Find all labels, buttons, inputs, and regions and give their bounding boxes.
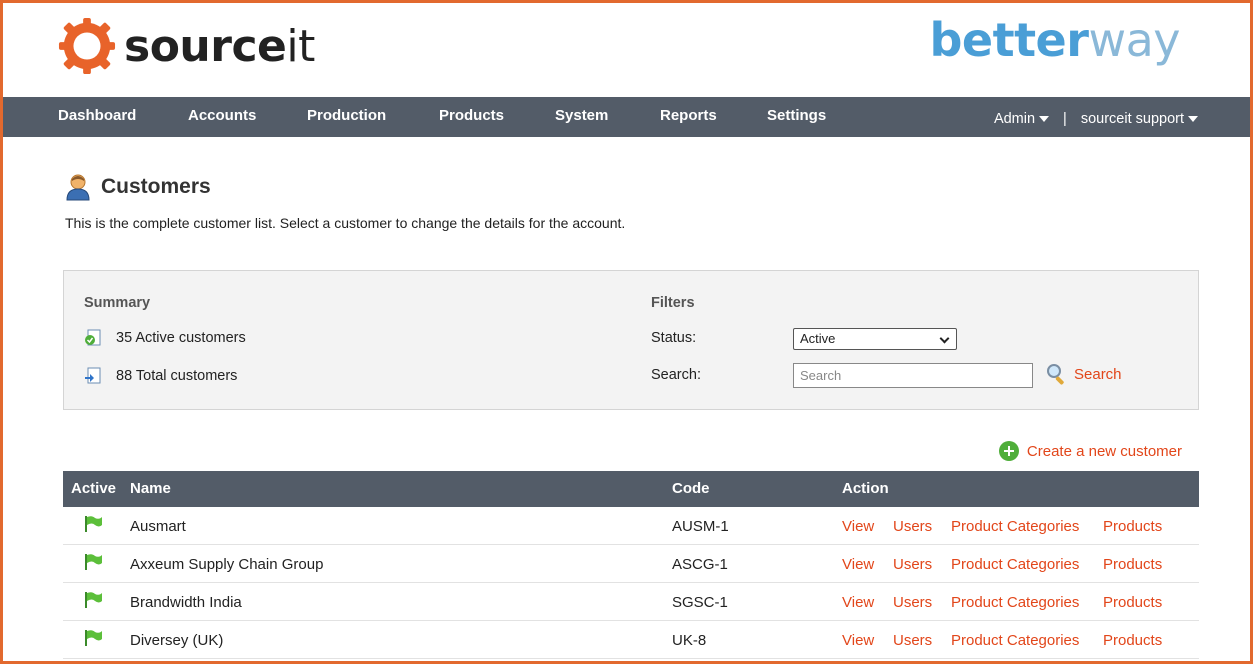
nav-reports[interactable]: Reports — [660, 107, 717, 124]
logo-text-thin: it — [286, 20, 315, 72]
admin-label: Admin — [993, 111, 1036, 127]
column-active[interactable]: Active — [71, 480, 116, 497]
filters-heading: Filters — [651, 295, 695, 311]
logo-text-bold: source — [124, 20, 287, 72]
table-row[interactable]: Brandwidth India SGSC-1 View Users Produ… — [63, 583, 1199, 621]
column-name[interactable]: Name — [130, 480, 171, 497]
customer-code: AUSM-1 — [672, 518, 729, 535]
chevron-down-icon — [1188, 116, 1198, 123]
sourceit-logo-text: sourceit — [124, 21, 315, 72]
status-select-value: Active — [800, 331, 836, 346]
users-link[interactable]: Users — [893, 594, 932, 611]
table-header: Active Name Code Action — [63, 471, 1199, 507]
product-categories-link[interactable]: Product Categories — [951, 632, 1079, 649]
betterway-logo-light: way — [1088, 13, 1180, 67]
products-link[interactable]: Products — [1103, 594, 1162, 611]
green-flag-icon — [85, 630, 102, 646]
users-link[interactable]: Users — [893, 556, 932, 573]
users-link[interactable]: Users — [893, 518, 932, 535]
total-document-icon — [85, 367, 101, 384]
customer-name[interactable]: Ausmart — [130, 518, 186, 535]
plus-circle-icon — [998, 441, 1019, 461]
view-link[interactable]: View — [842, 518, 874, 535]
betterway-logo: betterway — [929, 13, 1180, 67]
table-row[interactable]: Axxeum Supply Chain Group ASCG-1 View Us… — [63, 545, 1199, 583]
customer-code: UK-8 — [672, 632, 707, 649]
search-button-label: Search — [1074, 365, 1122, 383]
customer-code: ASCG-1 — [672, 556, 728, 573]
products-link[interactable]: Products — [1103, 518, 1162, 535]
users-link[interactable]: Users — [893, 632, 932, 649]
sourceit-logo[interactable]: sourceit — [58, 17, 315, 75]
customer-name[interactable]: Diversey (UK) — [130, 632, 223, 649]
view-link[interactable]: View — [842, 632, 874, 649]
nav-production[interactable]: Production — [307, 107, 386, 124]
search-button[interactable]: Search — [1046, 363, 1122, 385]
table-body: Ausmart AUSM-1 View Users Product Catego… — [63, 507, 1199, 659]
total-customers-text: 88 Total customers — [116, 368, 238, 384]
nav-accounts[interactable]: Accounts — [188, 107, 256, 124]
status-label: Status: — [651, 330, 697, 346]
products-link[interactable]: Products — [1103, 556, 1162, 573]
active-document-icon — [85, 329, 101, 346]
active-customers-text: 35 Active customers — [116, 330, 246, 346]
product-categories-link[interactable]: Product Categories — [951, 518, 1079, 535]
green-flag-icon — [85, 516, 102, 532]
header: sourceit betterway — [3, 3, 1250, 97]
column-code[interactable]: Code — [672, 480, 710, 497]
customer-code: SGSC-1 — [672, 594, 728, 611]
product-categories-link[interactable]: Product Categories — [951, 556, 1079, 573]
products-link[interactable]: Products — [1103, 632, 1162, 649]
customer-name[interactable]: Brandwidth India — [130, 594, 242, 611]
create-customer-label: Create a new customer — [1026, 442, 1182, 460]
user-menu: Admin | sourceit support — [994, 111, 1198, 127]
sourceit-logo-icon — [58, 17, 116, 75]
page-description: This is the complete customer list. Sele… — [65, 215, 626, 231]
green-flag-icon — [85, 592, 102, 608]
summary-filter-panel: Summary 35 Active customers 88 Total cus… — [63, 270, 1199, 410]
search-label: Search: — [651, 367, 701, 383]
support-menu[interactable]: sourceit support — [1081, 111, 1198, 127]
support-label: sourceit support — [1080, 111, 1184, 127]
page-title: Customers — [101, 175, 211, 198]
column-action: Action — [842, 480, 889, 497]
app-frame: sourceit betterway Dashboard Accounts Pr… — [0, 0, 1253, 664]
customer-name[interactable]: Axxeum Supply Chain Group — [130, 556, 323, 573]
table-row[interactable]: Ausmart AUSM-1 View Users Product Catego… — [63, 507, 1199, 545]
nav-settings[interactable]: Settings — [767, 107, 826, 124]
customers-table: Active Name Code Action Ausmart AUSM-1 V… — [63, 471, 1199, 659]
chevron-down-icon — [1039, 116, 1050, 123]
total-customers-stat: 88 Total customers — [84, 367, 237, 385]
create-customer-link[interactable]: Create a new customer — [998, 441, 1182, 461]
product-categories-link[interactable]: Product Categories — [951, 594, 1079, 611]
page-title-row: Customers — [65, 173, 211, 201]
view-link[interactable]: View — [842, 556, 874, 573]
summary-heading: Summary — [84, 295, 151, 311]
main-nav: Dashboard Accounts Production Products S… — [3, 97, 1250, 137]
status-select[interactable]: Active — [793, 328, 957, 350]
table-row[interactable]: Diversey (UK) UK-8 View Users Product Ca… — [63, 621, 1199, 659]
active-customers-stat: 35 Active customers — [84, 329, 246, 347]
nav-dashboard[interactable]: Dashboard — [58, 107, 136, 124]
nav-system[interactable]: System — [555, 107, 608, 124]
chevron-down-icon — [939, 333, 950, 344]
green-flag-icon — [85, 554, 102, 570]
admin-menu[interactable]: Admin — [993, 111, 1050, 127]
nav-products[interactable]: Products — [439, 107, 504, 124]
betterway-logo-bold: better — [929, 13, 1089, 67]
magnifier-icon — [1047, 364, 1064, 385]
view-link[interactable]: View — [842, 594, 874, 611]
search-input[interactable] — [793, 363, 1033, 388]
user-icon — [66, 174, 90, 201]
nav-separator: | — [1063, 111, 1067, 127]
